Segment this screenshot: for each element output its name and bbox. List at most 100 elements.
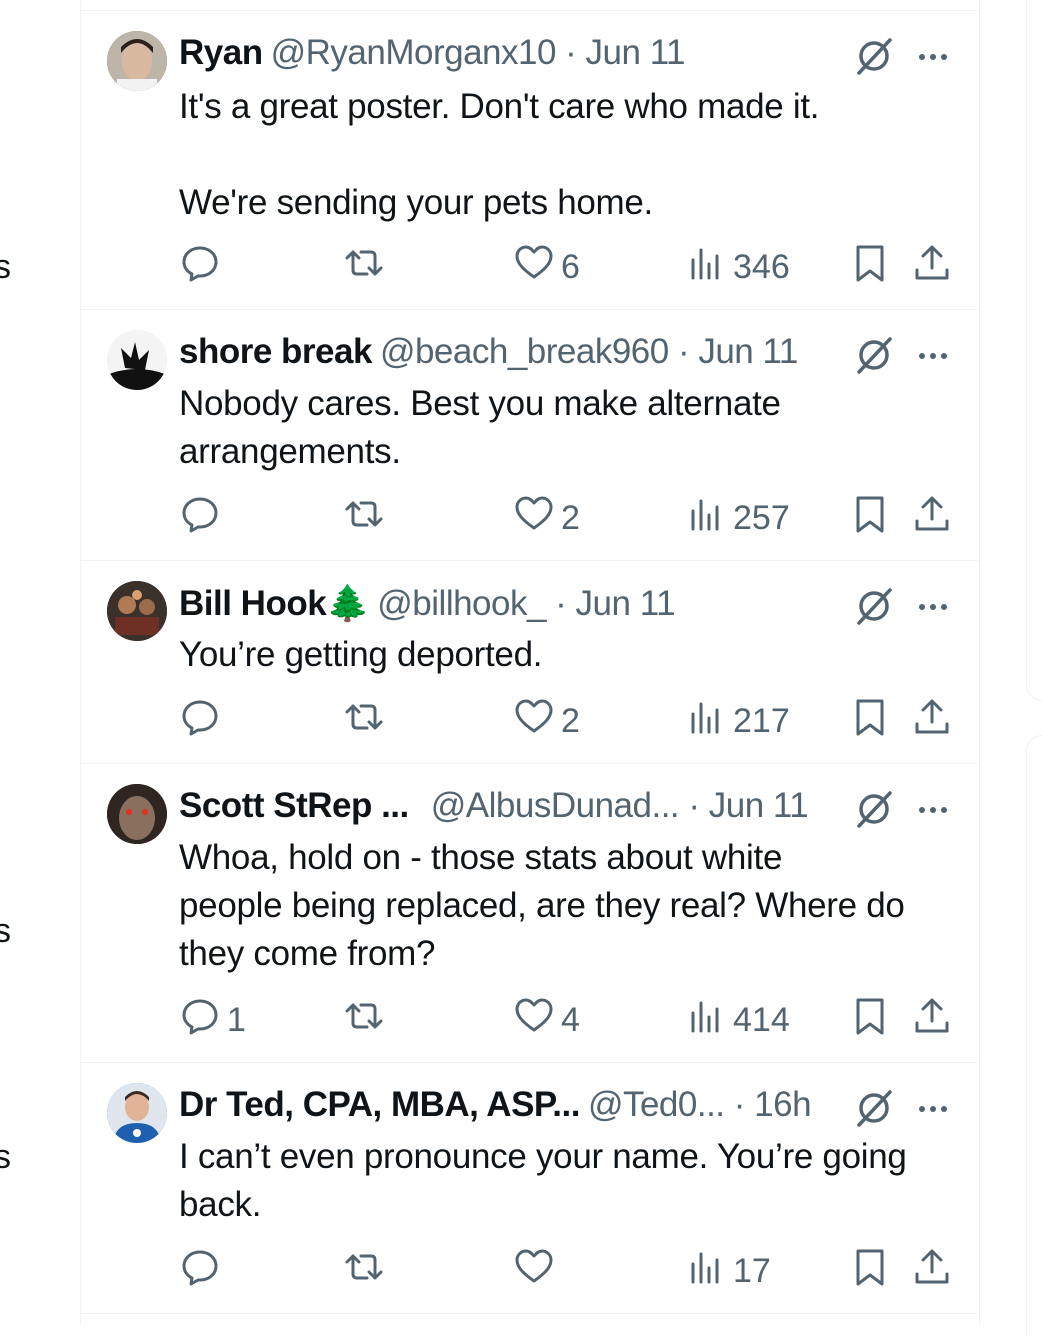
handle-and-date[interactable]: @beach_break960 · Jun 11 (380, 332, 798, 372)
grok-icon[interactable] (853, 334, 895, 376)
view-count: 217 (733, 701, 790, 740)
cut-off-glyph: s (0, 1138, 11, 1176)
bookmark-button[interactable] (849, 1249, 891, 1293)
display-name[interactable]: shore break (179, 332, 372, 372)
bookmark-button[interactable] (849, 699, 891, 743)
next-tweet-divider (81, 1313, 979, 1325)
bookmark-button[interactable] (849, 496, 891, 540)
reply-tweet[interactable]: Scott StRep ... @AlbusDunad... · Jun 11 … (81, 763, 979, 1062)
reply-icon (179, 242, 221, 293)
handle-and-date[interactable]: @Ted0... · 16h (588, 1085, 812, 1125)
share-icon (911, 242, 953, 293)
share-icon (911, 696, 953, 747)
handle-and-date[interactable]: @billhook_ · Jun 11 (377, 584, 675, 624)
reply-button[interactable]: 1 (179, 998, 246, 1042)
like-button[interactable]: 6 (513, 245, 580, 289)
share-button[interactable] (911, 699, 953, 743)
retweet-icon (343, 995, 385, 1046)
reply-feed: Ryan @RyanMorganx10 · Jun 11 It's a grea… (80, 0, 980, 1324)
display-name[interactable]: Scott StRep ... (179, 786, 409, 826)
handle-and-date[interactable]: @AlbusDunad... · Jun 11 (431, 786, 809, 826)
like-button[interactable]: 2 (513, 496, 580, 540)
avatar[interactable] (107, 1083, 167, 1143)
display-name[interactable]: Bill Hook🌲 (179, 583, 370, 624)
bookmark-button[interactable] (849, 245, 891, 289)
views-icon (685, 493, 727, 544)
grok-icon[interactable] (853, 585, 895, 627)
display-name[interactable]: Ryan (179, 33, 263, 73)
reply-count: 1 (227, 1000, 246, 1039)
bookmark-icon (849, 1246, 891, 1297)
right-sidebar-card (1026, 735, 1042, 1336)
views-button[interactable]: 217 (685, 699, 790, 743)
like-button[interactable]: 4 (513, 998, 580, 1042)
views-icon (685, 995, 727, 1046)
grok-icon[interactable] (853, 788, 895, 830)
share-button[interactable] (911, 1249, 953, 1293)
tweet-actions: 1 4 414 (179, 998, 959, 1042)
reply-tweet[interactable]: Bill Hook🌲 @billhook_ · Jun 11 You’re ge… (81, 560, 979, 763)
right-sidebar-card (1026, 0, 1042, 701)
tweet-text: It's a great poster. Don't care who made… (179, 87, 820, 222)
avatar[interactable] (107, 784, 167, 844)
reply-button[interactable] (179, 1249, 227, 1293)
view-count: 257 (733, 498, 790, 537)
cut-off-glyph: s (0, 248, 11, 286)
tweet-header: Bill Hook🌲 @billhook_ · Jun 11 (179, 583, 949, 623)
like-count: 2 (561, 498, 580, 537)
views-button[interactable]: 414 (685, 998, 790, 1042)
share-button[interactable] (911, 245, 953, 289)
reply-icon (179, 995, 221, 1046)
retweet-button[interactable] (343, 699, 391, 743)
like-button[interactable]: 2 (513, 699, 580, 743)
more-icon[interactable] (915, 338, 951, 374)
left-column-edge: s s s (0, 0, 11, 1324)
retweet-button[interactable] (343, 998, 391, 1042)
reply-icon (179, 1246, 221, 1297)
share-button[interactable] (911, 998, 953, 1042)
like-icon (513, 696, 555, 747)
share-button[interactable] (911, 496, 953, 540)
tweet-text: Whoa, hold on - those stats about white … (179, 838, 905, 973)
reply-button[interactable] (179, 496, 227, 540)
handle-and-date[interactable]: @RyanMorganx10 · Jun 11 (271, 33, 686, 73)
views-button[interactable]: 17 (685, 1249, 771, 1293)
retweet-icon (343, 242, 385, 293)
avatar[interactable] (107, 330, 167, 390)
grok-icon[interactable] (853, 35, 895, 77)
cut-off-glyph: s (0, 912, 11, 950)
views-button[interactable]: 346 (685, 245, 790, 289)
avatar[interactable] (107, 581, 167, 641)
tweet-actions: 2 257 (179, 496, 959, 540)
like-button[interactable] (513, 1249, 561, 1293)
retweet-button[interactable] (343, 245, 391, 289)
view-count: 414 (733, 1000, 790, 1039)
reply-tweet[interactable]: Ryan @RyanMorganx10 · Jun 11 It's a grea… (81, 10, 979, 309)
more-icon[interactable] (915, 1091, 951, 1127)
like-count: 4 (561, 1000, 580, 1039)
views-button[interactable]: 257 (685, 496, 790, 540)
tweet-header: Scott StRep ... @AlbusDunad... · Jun 11 (179, 786, 949, 826)
display-name[interactable]: Dr Ted, CPA, MBA, ASP... (179, 1085, 580, 1125)
view-count: 346 (733, 247, 790, 286)
reply-button[interactable] (179, 699, 227, 743)
grok-icon[interactable] (853, 1087, 895, 1129)
like-icon (513, 1246, 555, 1297)
more-icon[interactable] (915, 589, 951, 625)
like-icon (513, 242, 555, 293)
tweet-actions: 6 346 (179, 245, 959, 289)
more-icon[interactable] (915, 39, 951, 75)
share-icon (911, 1246, 953, 1297)
retweet-button[interactable] (343, 1249, 391, 1293)
reply-button[interactable] (179, 245, 227, 289)
bookmark-icon (849, 696, 891, 747)
reply-icon (179, 493, 221, 544)
bookmark-icon (849, 242, 891, 293)
reply-tweet[interactable]: Dr Ted, CPA, MBA, ASP... @Ted0... · 16h … (81, 1062, 979, 1313)
retweet-icon (343, 1246, 385, 1297)
avatar[interactable] (107, 31, 167, 91)
reply-tweet[interactable]: shore break @beach_break960 · Jun 11 Nob… (81, 309, 979, 560)
more-icon[interactable] (915, 792, 951, 828)
bookmark-button[interactable] (849, 998, 891, 1042)
retweet-button[interactable] (343, 496, 391, 540)
